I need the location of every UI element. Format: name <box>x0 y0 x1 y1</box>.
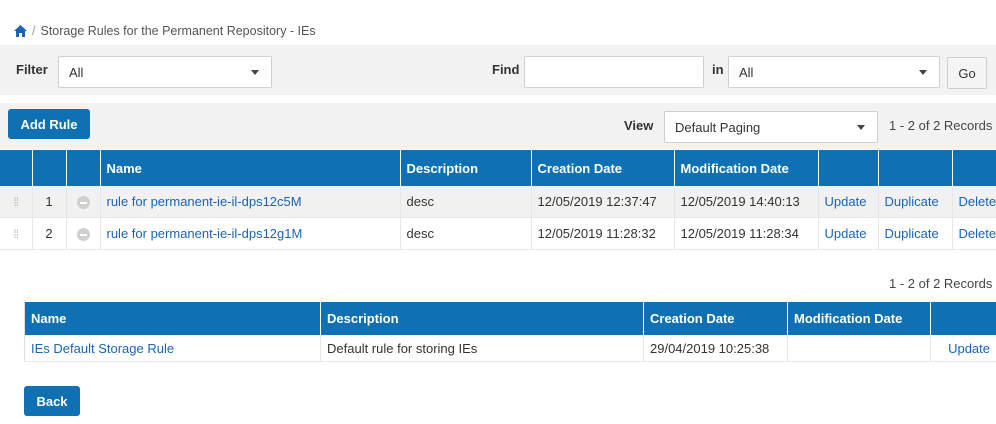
table-row: ⁞⁞ 2 rule for permanent-ie-il-dps12g1M d… <box>0 217 996 250</box>
back-button[interactable]: Back <box>24 386 80 416</box>
page-title: Storage Rules for the Permanent Reposito… <box>40 24 316 38</box>
table-row: ⁞⁞ 1 rule for permanent-ie-il-dps12c5M d… <box>0 186 996 218</box>
rule-modification-date: 12/05/2019 11:28:34 <box>674 217 819 250</box>
header-modification-date: Modification Date <box>787 302 931 335</box>
home-icon[interactable] <box>14 25 27 37</box>
update-link[interactable]: Update <box>930 335 996 362</box>
header-action-update <box>818 150 879 186</box>
drag-handle-icon[interactable]: ⁞⁞ <box>0 217 33 250</box>
records-count-top: 1 - 2 of 2 Records <box>889 118 993 133</box>
rule-name-link[interactable]: rule for permanent-ie-il-dps12c5M <box>100 186 401 218</box>
header-creation-date: Creation Date <box>643 302 788 335</box>
drag-handle-icon[interactable]: ⁞⁞ <box>0 186 33 218</box>
header-action-update <box>930 302 996 335</box>
records-count-bottom: 1 - 2 of 2 Records <box>889 276 993 291</box>
rule-name-link[interactable]: rule for permanent-ie-il-dps12g1M <box>100 217 401 250</box>
chevron-down-icon <box>251 70 259 75</box>
rules-table: Name Description Creation Date Modificat… <box>0 150 996 250</box>
header-description[interactable]: Description <box>400 150 532 186</box>
view-select[interactable]: Default Paging <box>664 111 878 143</box>
default-rule-modification-date <box>787 335 931 362</box>
row-index: 1 <box>32 186 67 218</box>
table-row: IEs Default Storage Rule Default rule fo… <box>24 335 996 362</box>
delete-link[interactable]: Delete <box>952 186 996 218</box>
default-rule-name-link[interactable]: IEs Default Storage Rule <box>24 335 321 362</box>
filter-label: Filter <box>16 62 48 77</box>
add-rule-button[interactable]: Add Rule <box>8 109 90 139</box>
update-link[interactable]: Update <box>818 217 879 250</box>
duplicate-link[interactable]: Duplicate <box>878 217 953 250</box>
header-status <box>66 150 101 186</box>
header-handle <box>0 150 33 186</box>
default-rule-description: Default rule for storing IEs <box>320 335 644 362</box>
go-button[interactable]: Go <box>947 57 987 89</box>
chevron-down-icon <box>919 70 927 75</box>
duplicate-link[interactable]: Duplicate <box>878 186 953 218</box>
header-action-duplicate <box>878 150 953 186</box>
view-select-value: Default Paging <box>675 119 761 135</box>
rule-description: desc <box>400 186 532 218</box>
minus-circle-icon[interactable] <box>76 228 90 242</box>
find-input[interactable] <box>524 56 704 88</box>
find-in-select-value: All <box>739 64 754 80</box>
header-index <box>32 150 67 186</box>
rule-creation-date: 12/05/2019 11:28:32 <box>531 217 675 250</box>
header-name[interactable]: Name <box>100 150 401 186</box>
view-label: View <box>624 118 654 133</box>
delete-link[interactable]: Delete <box>952 217 996 250</box>
header-description: Description <box>320 302 644 335</box>
default-rule-creation-date: 29/04/2019 10:25:38 <box>643 335 788 362</box>
default-rules-table: Name Description Creation Date Modificat… <box>24 302 996 362</box>
filter-select[interactable]: All <box>58 56 272 88</box>
rule-description: desc <box>400 217 532 250</box>
header-creation-date[interactable]: Creation Date <box>531 150 675 186</box>
chevron-down-icon <box>857 125 865 130</box>
minus-circle-icon[interactable] <box>76 196 90 210</box>
header-name: Name <box>24 302 321 335</box>
find-in-select[interactable]: All <box>728 56 940 88</box>
breadcrumb: / Storage Rules for the Permanent Reposi… <box>14 20 316 42</box>
find-label: Find <box>492 62 520 77</box>
find-in-label: in <box>712 62 724 77</box>
filter-select-value: All <box>69 64 84 80</box>
breadcrumb-separator: / <box>32 24 36 38</box>
rule-modification-date: 12/05/2019 14:40:13 <box>674 186 819 218</box>
row-index: 2 <box>32 217 67 250</box>
header-action-delete <box>952 150 996 186</box>
update-link[interactable]: Update <box>818 186 879 218</box>
rule-creation-date: 12/05/2019 12:37:47 <box>531 186 675 218</box>
header-modification-date[interactable]: Modification Date <box>674 150 819 186</box>
